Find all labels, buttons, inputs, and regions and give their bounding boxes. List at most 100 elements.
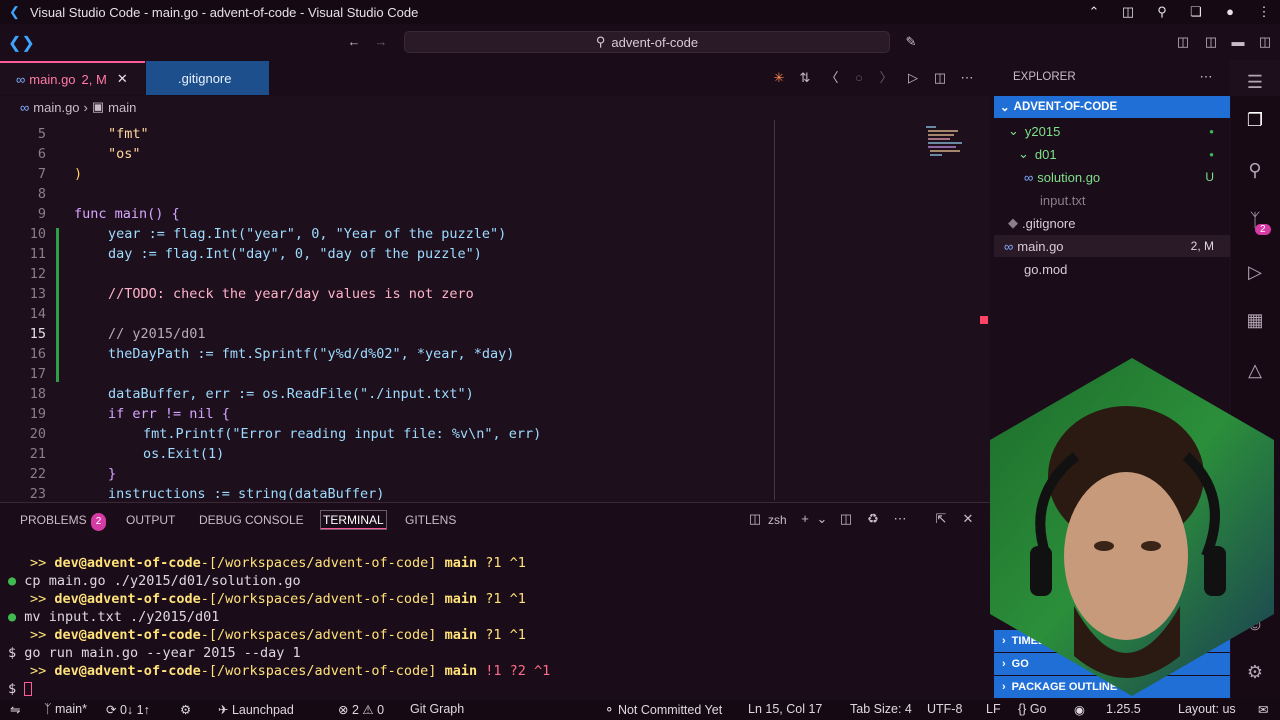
- git-status-dot: ●: [1209, 149, 1214, 159]
- tree-file-gitignore[interactable]: ◆ .gitignore: [994, 212, 1230, 234]
- run-icon[interactable]: ▷: [904, 69, 922, 87]
- terminal-cursor: [24, 682, 33, 696]
- code-line: //TODO: check the year/day values is not…: [108, 286, 474, 302]
- tab-gitlens[interactable]: GITLENS: [405, 511, 456, 529]
- more-icon[interactable]: ⋯: [1197, 68, 1215, 86]
- terminal-icon: ◫: [748, 511, 762, 526]
- line-number: 18: [29, 386, 46, 402]
- copilot-icon[interactable]: ✎: [902, 33, 920, 51]
- code-line: "os": [108, 146, 141, 162]
- tab-terminal[interactable]: TERMINAL: [320, 510, 387, 530]
- branch-indicator[interactable]: ᛉ main*: [44, 702, 87, 716]
- code-line: }: [108, 466, 117, 482]
- extension-icon[interactable]: ❏: [1188, 4, 1204, 20]
- chevron-up-icon[interactable]: ⌃: [1086, 4, 1102, 20]
- add-terminal-icon[interactable]: +: [796, 510, 814, 528]
- forward-arrow-icon[interactable]: →: [372, 33, 390, 51]
- git-compare-icon[interactable]: ⇅: [796, 69, 814, 87]
- shell-name[interactable]: zsh: [768, 511, 787, 529]
- code-line: fmt.Printf("Error reading input file: %v…: [143, 426, 542, 442]
- terminal-line: >> dev@advent-of-code-[/workspaces/adven…: [30, 555, 526, 571]
- command-center-search[interactable]: ⚲ advent-of-code: [404, 31, 890, 53]
- zoom-icon[interactable]: ⚲: [1154, 4, 1170, 20]
- trash-icon[interactable]: ♻: [864, 510, 882, 528]
- sparkle-icon[interactable]: ✳: [770, 69, 788, 87]
- line-number: 19: [29, 406, 46, 422]
- tab-size[interactable]: Tab Size: 4: [850, 702, 912, 716]
- tab-main-go[interactable]: ∞ main.go 2, M ✕: [0, 61, 145, 95]
- files-icon[interactable]: ❐: [1243, 108, 1267, 132]
- code-editor[interactable]: 5 6 7 8 9 10 11 12 13 14 15 16 17 18 19 …: [0, 120, 990, 500]
- split-editor-icon[interactable]: ◫: [931, 69, 949, 87]
- more-actions-icon[interactable]: ⋯: [958, 69, 976, 87]
- encoding[interactable]: UTF-8: [927, 702, 962, 716]
- split-terminal-icon[interactable]: ◫: [837, 510, 855, 528]
- tab-debug-console[interactable]: DEBUG CONSOLE: [199, 511, 304, 529]
- remote-icon[interactable]: ⇋: [10, 702, 20, 717]
- tree-file-go-mod[interactable]: go.mod: [994, 258, 1230, 280]
- code-line: "fmt": [108, 126, 149, 142]
- tree-file-solution-go[interactable]: ∞ solution.go U: [994, 166, 1230, 188]
- more-icon[interactable]: ⋯: [891, 510, 909, 528]
- chevron-down-icon: ⌄: [1000, 102, 1010, 114]
- cursor-position[interactable]: Ln 15, Col 17: [748, 702, 822, 716]
- extensions-icon[interactable]: ▦: [1243, 308, 1267, 332]
- go-back-change-icon[interactable]: 〈: [823, 69, 841, 87]
- sync-status[interactable]: ⟳ 0↓ 1↑: [106, 702, 150, 717]
- back-arrow-icon[interactable]: ←: [345, 33, 363, 51]
- terminal-input-line[interactable]: $: [8, 681, 33, 697]
- tree-file-main-go[interactable]: ∞ main.go 2, M: [994, 235, 1230, 257]
- tree-folder-y2015[interactable]: ⌄ y2015 ●: [994, 120, 1230, 142]
- tab-problems[interactable]: PROBLEMS 2: [20, 511, 107, 531]
- tab-output[interactable]: OUTPUT: [126, 511, 175, 529]
- close-icon[interactable]: ✕: [117, 71, 128, 87]
- go-forward-change-icon[interactable]: 〉: [877, 69, 895, 87]
- keyboard-layout[interactable]: Layout: us: [1178, 702, 1236, 716]
- circle-icon[interactable]: ○: [850, 69, 868, 87]
- tab-gitignore[interactable]: .gitignore: [146, 61, 269, 95]
- tree-folder-d01[interactable]: ⌄ d01 ●: [994, 143, 1230, 165]
- tree-file-input-txt[interactable]: input.txt: [994, 189, 1230, 211]
- breadcrumb-file[interactable]: main.go: [33, 100, 79, 115]
- layout-sidebar-left-icon[interactable]: ◫: [1174, 33, 1192, 51]
- terminal-line: >> dev@advent-of-code-[/workspaces/adven…: [30, 591, 526, 607]
- language-mode[interactable]: {} Go: [1018, 702, 1047, 716]
- account-icon[interactable]: ●: [1222, 4, 1238, 20]
- layout-sidebar-right-icon[interactable]: ◫: [1256, 33, 1274, 51]
- explorer-root-folder[interactable]: ⌄ ADVENT-OF-CODE: [994, 96, 1230, 118]
- line-ending[interactable]: LF: [986, 702, 1001, 716]
- go-file-icon: ∞: [1024, 169, 1034, 185]
- blame-status[interactable]: ⚬ Not Committed Yet: [604, 702, 722, 717]
- breadcrumb-symbol[interactable]: main: [108, 100, 136, 115]
- code-line: year := flag.Int("year", 0, "Year of the…: [108, 226, 507, 242]
- layout-toggle-icon[interactable]: ▬: [1229, 33, 1247, 51]
- chevron-down-icon[interactable]: ⌄: [813, 510, 831, 528]
- launchpad-button[interactable]: ✈ Launchpad: [218, 702, 294, 717]
- clipboard-icon[interactable]: ◫: [1120, 4, 1136, 20]
- tab-label: .gitignore: [178, 70, 232, 86]
- breadcrumb: ∞ main.go › ▣ main: [0, 96, 990, 118]
- maximize-icon[interactable]: ⇱: [932, 510, 950, 528]
- menu-icon[interactable]: ☰: [1243, 70, 1267, 94]
- copilot-status-icon[interactable]: ◉: [1074, 702, 1085, 717]
- layout-panel-icon[interactable]: ◫: [1202, 33, 1220, 51]
- run-debug-icon[interactable]: ▷: [1243, 260, 1267, 284]
- notifications-bell-icon[interactable]: ✉: [1258, 702, 1268, 717]
- git-graph-icon[interactable]: ⚙: [180, 702, 191, 717]
- line-number: 17: [29, 366, 46, 382]
- line-number: 22: [29, 466, 46, 482]
- search-icon[interactable]: ⚲: [1243, 158, 1267, 182]
- vscode-menu-icon[interactable]: ❮❯: [8, 33, 35, 53]
- git-graph-button[interactable]: Git Graph: [410, 702, 464, 716]
- go-version[interactable]: 1.25.5: [1106, 702, 1141, 716]
- search-icon: ⚲: [595, 34, 606, 49]
- tab-label: main.go: [29, 71, 76, 87]
- problems-status[interactable]: ⊗ 2 ⚠ 0: [338, 702, 384, 717]
- code-line: dataBuffer, err := os.ReadFile("./input.…: [108, 386, 474, 402]
- function-icon: ▣: [91, 99, 105, 114]
- minimap[interactable]: [924, 124, 976, 164]
- more-icon[interactable]: ⋮: [1256, 4, 1272, 20]
- line-number: 12: [29, 266, 46, 282]
- line-number-active: 15: [29, 326, 46, 342]
- close-panel-icon[interactable]: ✕: [959, 510, 977, 528]
